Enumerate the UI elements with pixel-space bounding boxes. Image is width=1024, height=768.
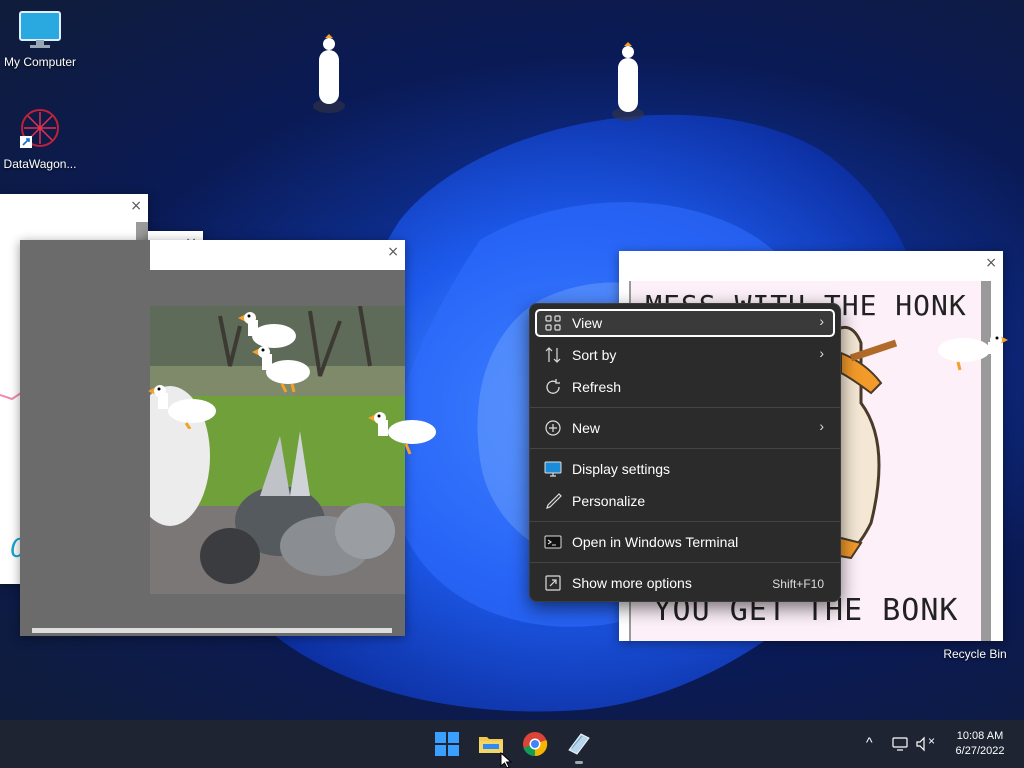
desktop-icon-datawagon[interactable]: DataWagon...: [0, 106, 80, 171]
desktop-icon-label: My Computer: [3, 55, 77, 69]
menu-item-label: Open in Windows Terminal: [572, 534, 739, 550]
menu-separator: [530, 521, 840, 522]
display-icon: [544, 461, 562, 477]
menu-item-label: Show more options: [572, 575, 692, 591]
menu-separator: [530, 448, 840, 449]
menu-item-show-more-options[interactable]: Show more options Shift+F10: [536, 570, 834, 596]
menu-item-open-terminal[interactable]: Open in Windows Terminal: [536, 529, 834, 555]
close-icon[interactable]: ×: [985, 255, 997, 271]
menu-item-display-settings[interactable]: Display settings: [536, 456, 834, 482]
view-grid-icon: [545, 315, 561, 331]
photo-window-titlebar[interactable]: ×: [150, 240, 405, 270]
monitor-icon: [19, 11, 61, 48]
mouse-cursor: [500, 752, 513, 768]
more-options-icon: [545, 575, 561, 591]
start-icon[interactable]: [431, 728, 463, 760]
show-hidden-icons-chevron[interactable]: ^: [866, 734, 873, 750]
menu-separator: [530, 562, 840, 563]
menu-item-shortcut: Shift+F10: [772, 577, 824, 591]
close-icon[interactable]: ×: [387, 244, 399, 260]
goose-sprite[interactable]: [252, 344, 312, 394]
goose-sprite[interactable]: [312, 34, 346, 114]
chevron-right-icon: ›: [819, 313, 824, 329]
menu-item-sort-by[interactable]: Sort by ›: [536, 342, 834, 368]
menu-item-label: Refresh: [572, 379, 622, 395]
refresh-icon: [546, 379, 560, 394]
desktop-icon-label: DataWagon...: [3, 157, 77, 171]
chevron-right-icon: ›: [819, 418, 824, 434]
clock[interactable]: 10:08 AM 6/27/2022: [945, 729, 1015, 759]
menu-item-personalize[interactable]: Personalize: [536, 488, 834, 514]
goose-sprite[interactable]: [368, 410, 438, 460]
goose-sprite[interactable]: [148, 383, 218, 429]
goose-sprite[interactable]: [938, 328, 1008, 374]
menu-item-label: View: [572, 315, 603, 331]
menu-item-label: New: [572, 420, 601, 436]
menu-item-refresh[interactable]: Refresh: [536, 374, 834, 400]
clock-time: 10:08 AM: [956, 730, 1004, 742]
volume-muted-x: ×: [928, 734, 936, 748]
desktop-icon-my-computer[interactable]: My Computer: [0, 10, 80, 69]
chrome-icon[interactable]: [519, 728, 551, 760]
menu-separator: [530, 407, 840, 408]
photo-window[interactable]: ×: [20, 240, 405, 636]
terminal-icon: [544, 535, 562, 549]
chevron-right-icon: ›: [819, 345, 824, 361]
goose-sprite[interactable]: [611, 42, 645, 122]
menu-item-label: Display settings: [572, 461, 671, 477]
menu-item-label: Personalize: [572, 493, 646, 509]
network-icon[interactable]: [892, 735, 910, 753]
scrollbar[interactable]: [32, 628, 392, 633]
desktop[interactable]: My Computer DataWagon... Recycle Bin × 0…: [0, 0, 1024, 720]
desktop-icon-recycle-bin[interactable]: Recycle Bin: [935, 645, 1015, 661]
notepad-icon[interactable]: [563, 728, 595, 760]
datawagon-shortcut-icon: [20, 109, 59, 148]
running-indicator: [575, 761, 583, 764]
sort-icon: [545, 347, 561, 363]
new-plus-icon: [545, 420, 561, 436]
close-icon[interactable]: ×: [130, 198, 142, 214]
desktop-icon-label: Recycle Bin: [943, 647, 1007, 661]
menu-item-new[interactable]: New ›: [536, 415, 834, 441]
menu-item-view[interactable]: View ›: [535, 309, 835, 337]
brush-icon: [546, 493, 562, 509]
clock-date: 6/27/2022: [955, 745, 1005, 757]
menu-item-label: Sort by: [572, 347, 617, 363]
desktop-context-menu: View › Sort by › Refresh New › Display s…: [529, 303, 841, 602]
